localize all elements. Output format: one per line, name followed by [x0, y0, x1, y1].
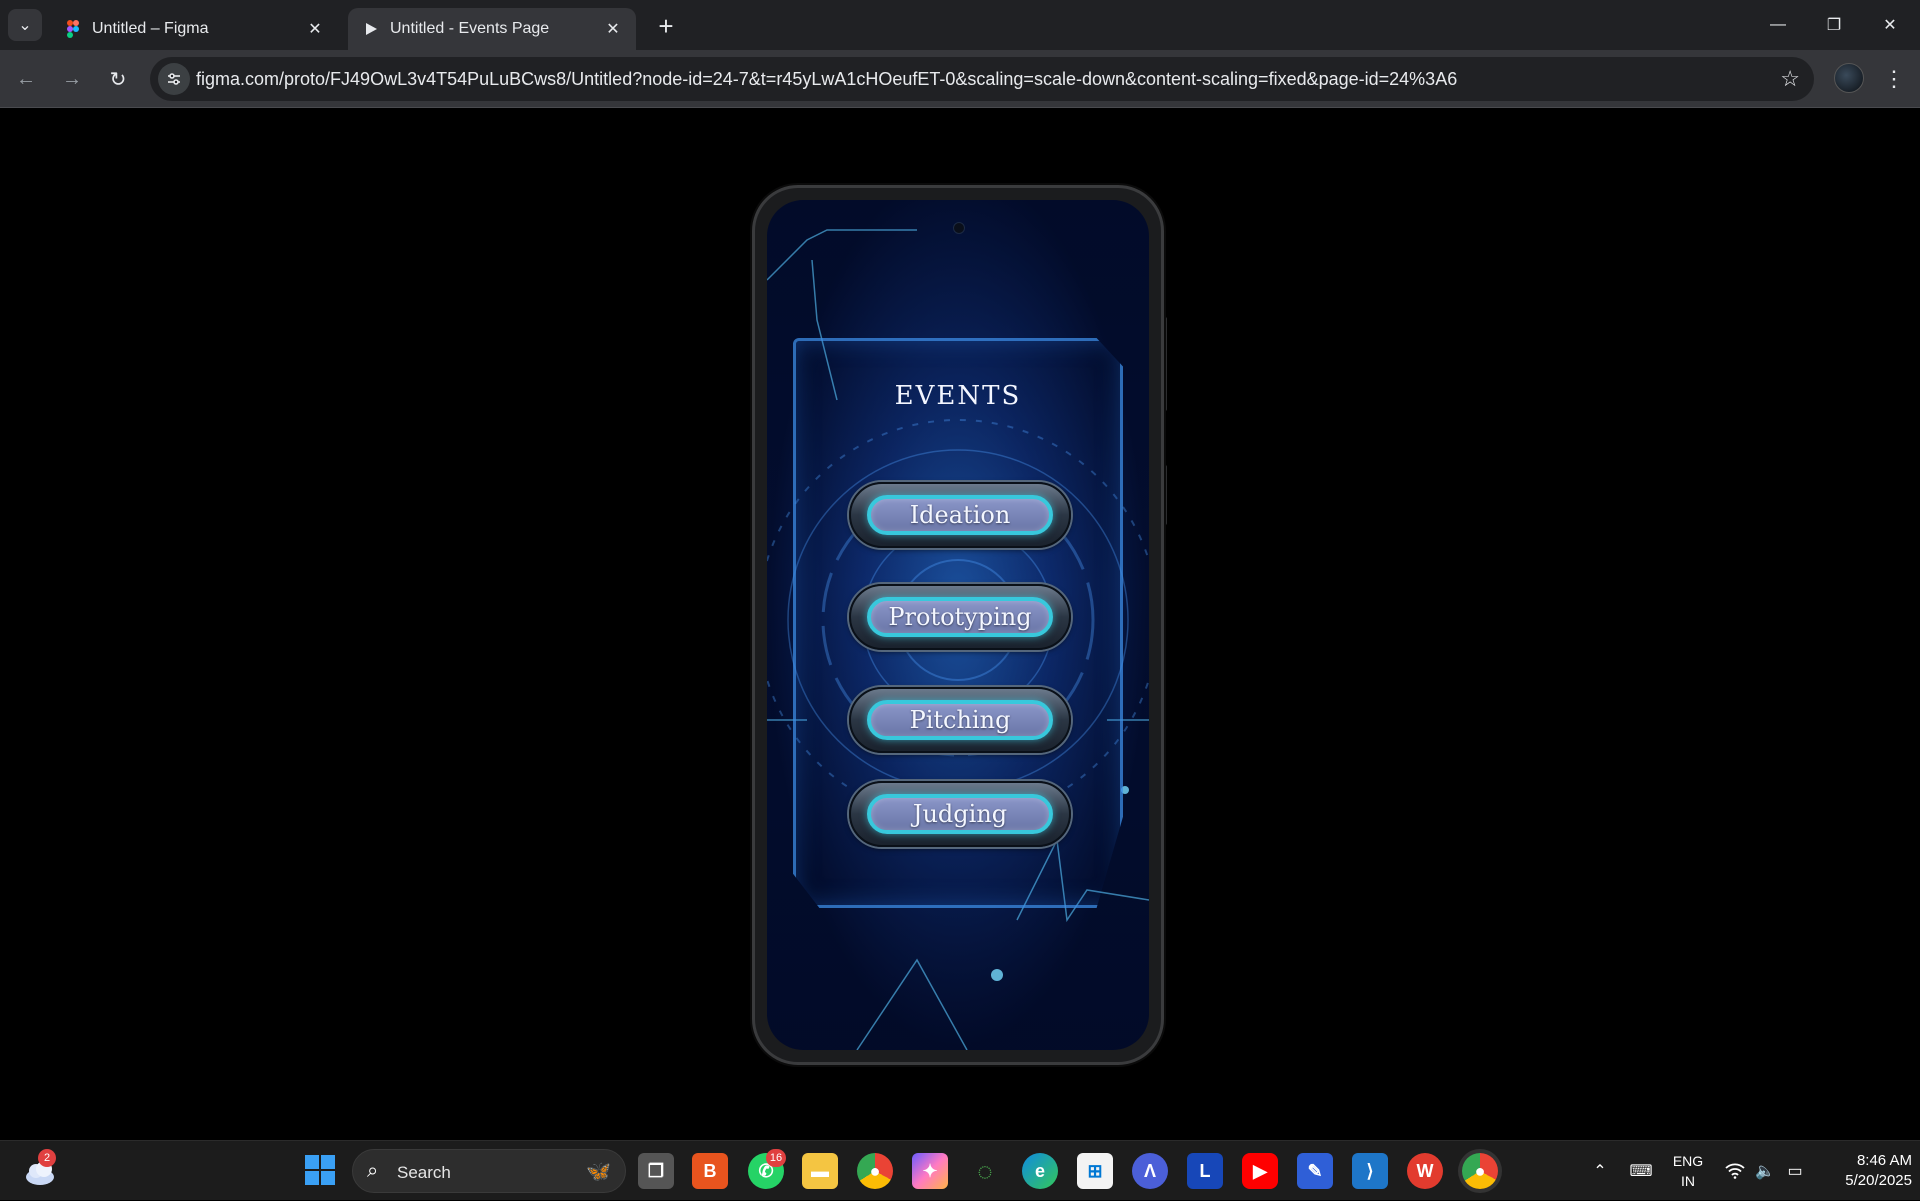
address-bar[interactable]: figma.com/proto/FJ49OwL3v4T54PuLuBCws8/U… — [150, 57, 1814, 101]
tab-list-button[interactable]: ⌄ — [8, 9, 42, 41]
site-info-icon[interactable] — [158, 63, 190, 95]
clock-date: 5/20/2025 — [1845, 1172, 1912, 1189]
brave-icon[interactable]: B — [692, 1153, 728, 1189]
plus-icon: + — [658, 10, 674, 41]
task-view-icon[interactable]: ❐ — [638, 1153, 674, 1189]
microsoft-store-icon[interactable]: ⊞ — [1077, 1153, 1113, 1189]
pitching-button[interactable]: Pitching — [849, 687, 1071, 753]
search-label: Search — [397, 1163, 451, 1182]
chevron-up-icon[interactable]: ⌃ — [1586, 1141, 1614, 1201]
minimize-button[interactable]: — — [1758, 10, 1798, 40]
language-indicator[interactable]: ENG IN — [1660, 1151, 1716, 1191]
restore-button[interactable]: ❐ — [1814, 10, 1854, 40]
app-icon[interactable]: Λ — [1132, 1153, 1168, 1189]
battery-icon[interactable]: ▭ — [1782, 1141, 1808, 1201]
close-window-button[interactable]: ✕ — [1870, 10, 1910, 40]
search-icon: ⌕ — [367, 1160, 379, 1182]
windows-start-icon[interactable] — [305, 1155, 335, 1185]
url-text: figma.com/proto/FJ49OwL3v4T54PuLuBCws8/U… — [196, 69, 1458, 89]
region-code: IN — [1681, 1173, 1695, 1189]
system-clock[interactable]: 8:46 AM 5/20/2025 — [1812, 1151, 1912, 1191]
back-button[interactable]: ← — [10, 63, 42, 95]
language-code: ENG — [1672, 1153, 1704, 1169]
phone-screen: EVENTS Ideation Prototyping Pitching Jud… — [767, 200, 1149, 1050]
volume-icon[interactable]: 🔈 — [1752, 1141, 1778, 1201]
wps-office-icon[interactable]: W — [1407, 1153, 1443, 1189]
restore-icon: ❐ — [1826, 17, 1842, 34]
button-label: Pitching — [909, 706, 1011, 734]
browser-tab-bar: ⌄ Untitled – Figma ✕ Untitled - Events P… — [0, 0, 1920, 50]
copilot-icon[interactable]: ✦ — [912, 1153, 948, 1189]
button-plate: Judging — [867, 794, 1053, 834]
chrome-active-icon[interactable]: ● — [1462, 1153, 1498, 1189]
reload-icon: ↻ — [109, 68, 127, 91]
notification-badge: 2 — [38, 1149, 56, 1167]
search-highlight-icon: 🦋 — [586, 1161, 611, 1183]
windows-taskbar: 2 ⌕ Search 🦋 ❐ B ✆ 16 ▬ ● ✦ ◌ e ⊞ Λ L ▶ … — [0, 1140, 1920, 1200]
l-app-icon[interactable]: L — [1187, 1153, 1223, 1189]
profile-avatar[interactable] — [1834, 63, 1864, 93]
file-explorer-icon[interactable]: ▬ — [802, 1153, 838, 1189]
judging-button[interactable]: Judging — [849, 781, 1071, 847]
tab-title: Untitled - Events Page — [390, 20, 550, 37]
clock-time: 8:46 AM — [1856, 1152, 1912, 1169]
tab-events-page[interactable]: Untitled - Events Page ✕ — [348, 8, 636, 50]
browser-toolbar: ← → ↻ figma.com/proto/FJ49OwL3v4T54PuLuB… — [0, 50, 1920, 108]
forward-button[interactable]: → — [56, 63, 88, 95]
figma-icon — [64, 20, 82, 38]
star-icon[interactable]: ☆ — [1780, 66, 1800, 92]
tab-figma[interactable]: Untitled – Figma ✕ — [50, 8, 338, 50]
button-plate: Ideation — [867, 495, 1053, 535]
forward-icon: → — [62, 67, 82, 90]
refresh-app-icon[interactable]: ◌ — [967, 1153, 1003, 1189]
front-camera — [953, 222, 965, 234]
document-app-icon[interactable]: ✎ — [1297, 1153, 1333, 1189]
phone-frame: EVENTS Ideation Prototyping Pitching Jud… — [752, 185, 1164, 1065]
page-title: EVENTS — [894, 381, 1022, 411]
button-label: Ideation — [909, 501, 1011, 529]
close-icon[interactable]: ✕ — [602, 18, 624, 40]
button-plate: Prototyping — [867, 597, 1053, 637]
play-icon — [362, 20, 380, 38]
youtube-icon[interactable]: ▶ — [1242, 1153, 1278, 1189]
back-icon: ← — [16, 67, 36, 90]
tab-title: Untitled – Figma — [92, 20, 209, 37]
taskbar-search[interactable]: ⌕ Search 🦋 — [352, 1149, 626, 1193]
whatsapp-badge: 16 — [766, 1149, 786, 1167]
ideation-button[interactable]: Ideation — [849, 482, 1071, 548]
button-plate: Pitching — [867, 700, 1053, 740]
reload-button[interactable]: ↻ — [102, 63, 134, 95]
chrome-icon[interactable]: ● — [857, 1153, 893, 1189]
button-label: Judging — [912, 800, 1008, 828]
close-icon[interactable]: ✕ — [304, 18, 326, 40]
prototyping-button[interactable]: Prototyping — [849, 584, 1071, 650]
close-icon: ✕ — [1883, 17, 1897, 34]
chevron-down-icon: ⌄ — [18, 17, 32, 34]
edge-icon[interactable]: e — [1022, 1153, 1058, 1189]
keyboard-icon[interactable]: ⌨ — [1626, 1141, 1656, 1201]
wifi-icon[interactable] — [1722, 1141, 1748, 1201]
button-label: Prototyping — [888, 603, 1032, 631]
kebab-menu-icon[interactable]: ⋮ — [1880, 63, 1908, 95]
prototype-viewport: EVENTS Ideation Prototyping Pitching Jud… — [0, 109, 1920, 1140]
vscode-icon[interactable]: ⟩ — [1352, 1153, 1388, 1189]
new-tab-button[interactable]: + — [650, 10, 682, 42]
minimize-icon: — — [1770, 16, 1786, 33]
